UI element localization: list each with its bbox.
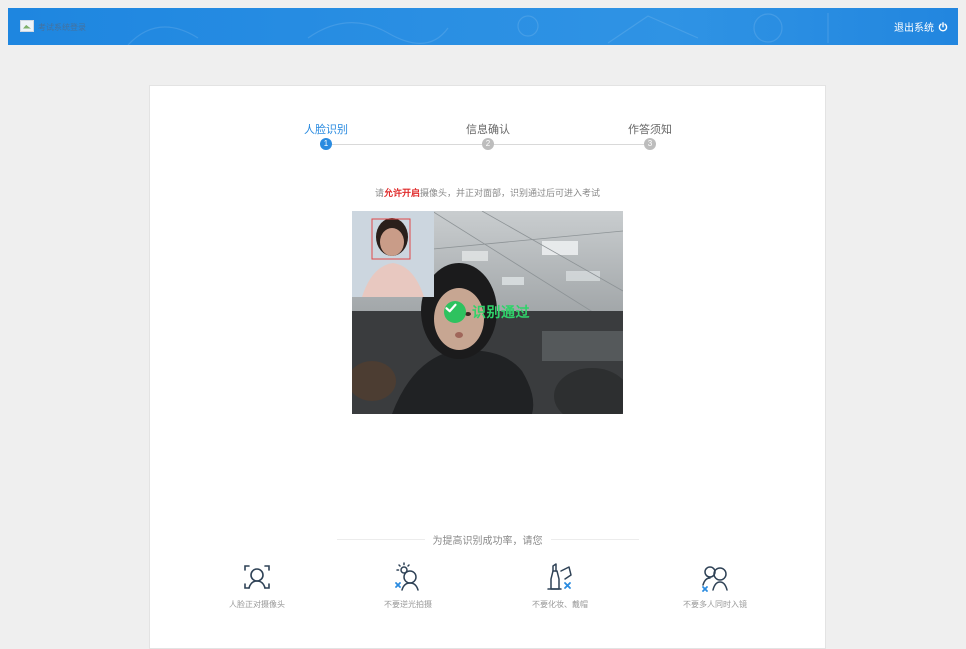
stepper: 人脸识别 1 信息确认 2 作答须知 3 [150,86,825,166]
step-connector [326,144,486,145]
tips-title: 为提高识别成功率，请您 [432,536,543,547]
hint-prefix: 请 [374,188,384,198]
divider [550,539,639,540]
hint-emphasis: 允许开启 [383,188,420,198]
multi-person-icon [702,566,728,592]
logo[interactable]: 考试系统登录 [20,18,86,33]
logout-label: 退出系统 [894,23,934,34]
top-bar: 考试系统登录 退出系统 [8,8,958,45]
tip-label: 不要逆光拍摄 [384,600,432,609]
camera-hint: 请允许开启摄像头，并正对面部，识别通过后可进入考试 [150,186,825,199]
face-frame-icon [244,565,270,589]
step-dot-1: 1 [320,138,332,150]
step-dot-3: 3 [644,138,656,150]
tip-label: 不要化妆、戴帽 [532,600,588,609]
tip-label: 人脸正对摄像头 [229,600,285,609]
tip-item: 人脸正对摄像头 [197,561,317,610]
main-card: 人脸识别 1 信息确认 2 作答须知 3 请允许开启摄像头，并正对面部，识别通过… [149,85,826,649]
step-connector [493,144,650,145]
tips-list: 人脸正对摄像头 不要逆光拍摄 不要化妆、戴帽 不要多人同时入镜 [150,561,825,621]
recognition-status-text: 识别通过 [472,304,530,320]
logout-button[interactable]: 退出系统 [894,19,948,34]
no-makeup-icon [547,563,572,590]
power-icon [938,21,948,31]
step-label-notice: 作答须知 [628,124,672,136]
tip-item: 不要化妆、戴帽 [500,561,620,610]
check-circle-icon [444,301,466,323]
tip-item: 不要多人同时入镜 [655,561,775,610]
tip-item: 不要逆光拍摄 [348,561,468,610]
header-decoration [127,13,829,45]
divider [336,539,425,540]
logo-alt-text: 考试系统登录 [38,23,86,32]
tips-header: 为提高识别成功率，请您 [150,532,825,547]
camera-preview: 识别通过 [352,211,623,414]
step-label-face: 人脸识别 [304,124,348,136]
recognition-status: 识别通过 [444,301,530,323]
backlight-icon [395,562,419,591]
broken-image-icon [20,19,34,32]
step-dot-2: 2 [482,138,494,150]
hint-suffix: 摄像头，并正对面部，识别通过后可进入考试 [420,188,601,198]
tip-label: 不要多人同时入镜 [683,600,747,609]
step-label-info: 信息确认 [466,124,510,136]
